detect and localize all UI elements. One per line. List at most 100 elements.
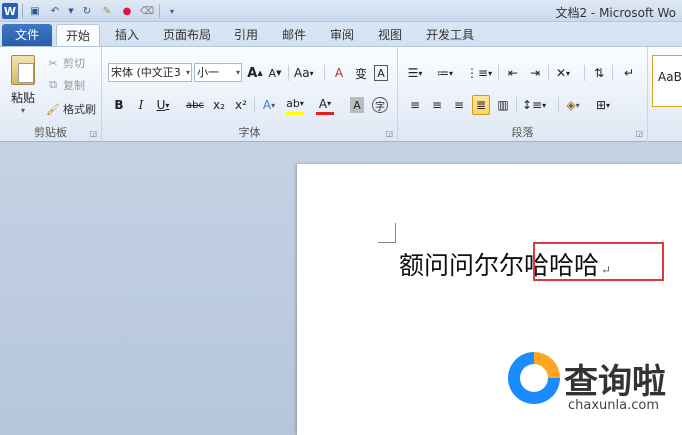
ribbon: 粘贴 ▾ ✂ 剪切 ⧉ 复制 🖌 格式刷 剪贴板 ◲ 宋体 (中文正3 ▾ 小一…: [0, 46, 682, 142]
character-shading-icon: A: [353, 98, 361, 112]
grow-font-button[interactable]: A ▲: [246, 63, 264, 83]
tab-references[interactable]: 引用: [226, 24, 266, 46]
tab-developer[interactable]: 开发工具: [420, 24, 480, 46]
font-color-icon: A: [318, 96, 328, 111]
divider: [558, 97, 559, 113]
brush-icon: 🖌: [46, 102, 60, 116]
multilevel-list-button[interactable]: ⋮≡ ▾: [466, 63, 492, 83]
increase-indent-button[interactable]: ⇥: [526, 63, 544, 83]
format-painter-icon[interactable]: ✎: [99, 3, 115, 19]
word-app-icon[interactable]: W: [2, 3, 18, 19]
superscript-icon: x²: [235, 98, 247, 112]
divider: [324, 65, 325, 81]
highlight-button[interactable]: ab ▾: [286, 95, 304, 115]
clipboard-icon: [11, 55, 35, 85]
divider: [548, 65, 549, 81]
numbering-button[interactable]: ≔ ▾: [436, 63, 454, 83]
align-left-button[interactable]: ≡: [406, 95, 424, 115]
paste-button[interactable]: 粘贴 ▾: [6, 55, 40, 119]
align-right-button[interactable]: ≡: [450, 95, 468, 115]
undo-icon[interactable]: ↶: [47, 3, 63, 19]
search-logo-icon: [508, 352, 560, 404]
copy-button[interactable]: ⧉ 复制: [46, 75, 85, 95]
subscript-button[interactable]: x₂: [210, 95, 228, 115]
enclose-characters-button[interactable]: 字: [372, 97, 388, 113]
decrease-indent-button[interactable]: ⇤: [504, 63, 522, 83]
tab-review[interactable]: 审阅: [322, 24, 362, 46]
borders-button[interactable]: ⊞ ▾: [594, 95, 612, 115]
enclose-characters-icon: 字: [375, 101, 385, 113]
divider: [22, 4, 23, 18]
line-spacing-button[interactable]: ↕≡ ▾: [522, 95, 546, 115]
font-size-value: 小一: [197, 66, 219, 79]
sort-button[interactable]: ⇅: [590, 63, 608, 83]
character-shading-button[interactable]: A: [350, 97, 364, 113]
cut-button[interactable]: ✂ 剪切: [46, 53, 85, 73]
shrink-font-icon: A: [268, 66, 277, 80]
clipboard-group-label: 剪贴板: [34, 126, 67, 139]
style-gallery-item[interactable]: AaB: [652, 55, 682, 107]
bold-icon: B: [114, 98, 124, 112]
format-painter-label: 格式刷: [63, 103, 96, 116]
tab-home[interactable]: 开始: [56, 24, 100, 46]
strikethrough-button[interactable]: abc: [186, 95, 204, 115]
dialog-launcher-icon[interactable]: ◲: [635, 129, 643, 138]
copy-icon: ⧉: [49, 78, 57, 91]
clipboard-group: 粘贴 ▾ ✂ 剪切 ⧉ 复制 🖌 格式刷 剪贴板 ◲: [0, 47, 102, 142]
align-center-button[interactable]: ≡: [428, 95, 446, 115]
bullets-button[interactable]: ☰ ▾: [406, 63, 424, 83]
format-painter-button[interactable]: 🖌 格式刷: [46, 99, 96, 119]
shading-button[interactable]: ◈ ▾: [564, 95, 582, 115]
change-case-button[interactable]: Aa ▾: [294, 63, 314, 83]
font-color-button[interactable]: A ▾: [316, 95, 334, 115]
chevron-down-icon: ▾: [185, 68, 190, 77]
paste-label: 粘贴: [10, 91, 35, 105]
character-border-button[interactable]: A: [374, 65, 388, 81]
bold-button[interactable]: B: [110, 95, 128, 115]
chevron-down-icon: ▾: [20, 106, 25, 115]
font-name-select[interactable]: 宋体 (中文正3 ▾: [108, 63, 192, 82]
quick-access-toolbar: W ▣ ↶ ▼ ↻ ✎ ● ⌫ ▾: [2, 2, 180, 20]
clear-format-button[interactable]: A: [330, 63, 348, 83]
tab-insert[interactable]: 插入: [106, 24, 148, 46]
font-name-value: 宋体 (中文正3: [111, 66, 181, 79]
customize-icon[interactable]: ▾: [164, 3, 180, 19]
show-marks-button[interactable]: ↵: [620, 63, 638, 83]
tab-mailings[interactable]: 邮件: [274, 24, 314, 46]
margin-crop-mark: [378, 223, 396, 243]
dialog-launcher-icon[interactable]: ◲: [385, 129, 393, 138]
window-title: 文档2 - Microsoft Wo: [555, 6, 676, 20]
italic-button[interactable]: I: [132, 95, 150, 115]
phonetic-guide-button[interactable]: 变: [352, 63, 370, 83]
text-effects-icon: A: [262, 98, 272, 112]
shrink-font-button[interactable]: A ▼: [266, 63, 284, 83]
tab-page-layout[interactable]: 页面布局: [158, 24, 216, 46]
color-icon[interactable]: ●: [119, 3, 135, 19]
superscript-button[interactable]: x²: [232, 95, 250, 115]
divider: [584, 65, 585, 81]
justify-button[interactable]: ≣: [472, 95, 490, 115]
divider: [612, 65, 613, 81]
divider: [254, 97, 255, 113]
chinese-layout-button[interactable]: ✕ ▾: [554, 63, 572, 83]
eraser-icon[interactable]: ⌫: [139, 3, 155, 19]
divider: [288, 65, 289, 81]
title-bar: W ▣ ↶ ▼ ↻ ✎ ● ⌫ ▾ 文档2 - Microsoft Wo: [0, 0, 682, 22]
font-group: 宋体 (中文正3 ▾ 小一 ▾ A ▲ A ▼ Aa ▾ A 变 A B I U ▾ a…: [102, 47, 398, 142]
tab-view[interactable]: 视图: [370, 24, 410, 46]
clear-format-icon: A: [334, 66, 344, 80]
cut-label: 剪切: [63, 57, 85, 70]
redo-icon[interactable]: ↻: [79, 3, 95, 19]
underline-button[interactable]: U ▾: [154, 95, 172, 115]
font-size-select[interactable]: 小一 ▾: [194, 63, 242, 82]
watermark: 查询啦 chaxunla.com: [508, 352, 682, 422]
distributed-button[interactable]: ▥: [494, 95, 512, 115]
tab-file[interactable]: 文件: [2, 24, 52, 46]
save-icon[interactable]: ▣: [27, 3, 43, 19]
phonetic-guide-icon: 变: [354, 66, 367, 81]
dialog-launcher-icon[interactable]: ◲: [89, 129, 97, 138]
undo-dropdown-icon[interactable]: ▼: [67, 3, 75, 19]
subscript-icon: x₂: [213, 98, 225, 112]
ribbon-tabs: 文件 开始 插入 页面布局 引用 邮件 审阅 视图 开发工具: [0, 22, 682, 46]
text-effects-button[interactable]: A ▾: [260, 95, 278, 115]
